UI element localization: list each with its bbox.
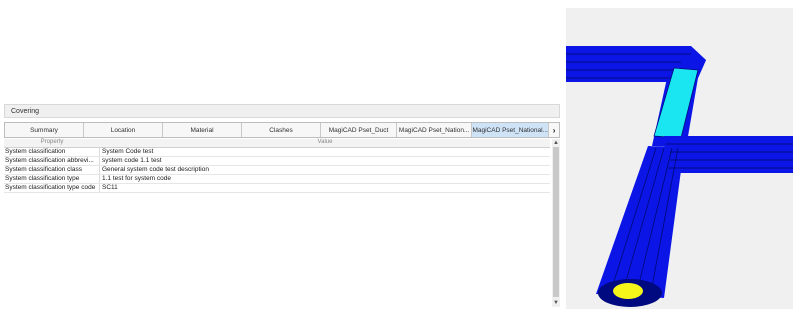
tab-summary[interactable]: Summary xyxy=(5,123,84,137)
vertical-scrollbar[interactable]: ▲ ▼ xyxy=(552,139,560,307)
table-row[interactable]: System classification abbrevi... system … xyxy=(4,157,550,166)
property-name: System classification type code xyxy=(4,184,100,192)
table-row[interactable]: System classification System Code test xyxy=(4,148,550,157)
panel-title: Covering xyxy=(4,104,560,118)
table-row[interactable]: System classification class General syst… xyxy=(4,166,550,175)
property-tabs: Summary Location Material Clashes MagiCA… xyxy=(4,122,560,138)
property-value: General system code test description xyxy=(102,166,209,173)
3d-viewport[interactable] xyxy=(566,8,793,309)
tab-clashes[interactable]: Clashes xyxy=(242,123,321,137)
properties-panel: Covering Summary Location Material Clash… xyxy=(4,104,564,310)
property-value: 1.1 test for system code xyxy=(102,175,172,182)
tab-scroll-right-icon[interactable]: › xyxy=(549,123,559,137)
scroll-up-icon[interactable]: ▲ xyxy=(552,139,560,147)
tab-material[interactable]: Material xyxy=(163,123,242,137)
property-name: System classification class xyxy=(4,166,100,174)
duct-model xyxy=(566,8,793,309)
tab-location[interactable]: Location xyxy=(84,123,163,137)
table-row[interactable]: System classification type 1.1 test for … xyxy=(4,175,550,184)
header-property[interactable]: Property xyxy=(4,139,100,147)
duct-right-horizontal xyxy=(664,136,793,173)
property-value: system code 1.1 test xyxy=(102,157,162,164)
scroll-down-icon[interactable]: ▼ xyxy=(552,299,560,307)
header-value[interactable]: Value xyxy=(100,139,550,147)
property-name: System classification xyxy=(4,148,100,156)
end-cap xyxy=(613,283,643,299)
property-value: System Code test xyxy=(102,148,154,155)
property-name: System classification type xyxy=(4,175,100,183)
property-value: SC11 xyxy=(102,184,118,191)
tab-magicad-pset-national[interactable]: MagiCAD Pset_National... xyxy=(472,123,550,137)
tab-magicad-pset-nation[interactable]: MagiCAD Pset_Nation... xyxy=(397,123,473,137)
property-name: System classification abbrevi... xyxy=(4,157,100,165)
property-grid: Property Value System classification Sys… xyxy=(4,139,550,299)
grid-header: Property Value xyxy=(4,139,550,148)
tab-magicad-pset-duct[interactable]: MagiCAD Pset_Duct xyxy=(321,123,398,137)
table-row[interactable]: System classification type code SC11 xyxy=(4,184,550,193)
scrollbar-thumb[interactable] xyxy=(553,147,559,297)
